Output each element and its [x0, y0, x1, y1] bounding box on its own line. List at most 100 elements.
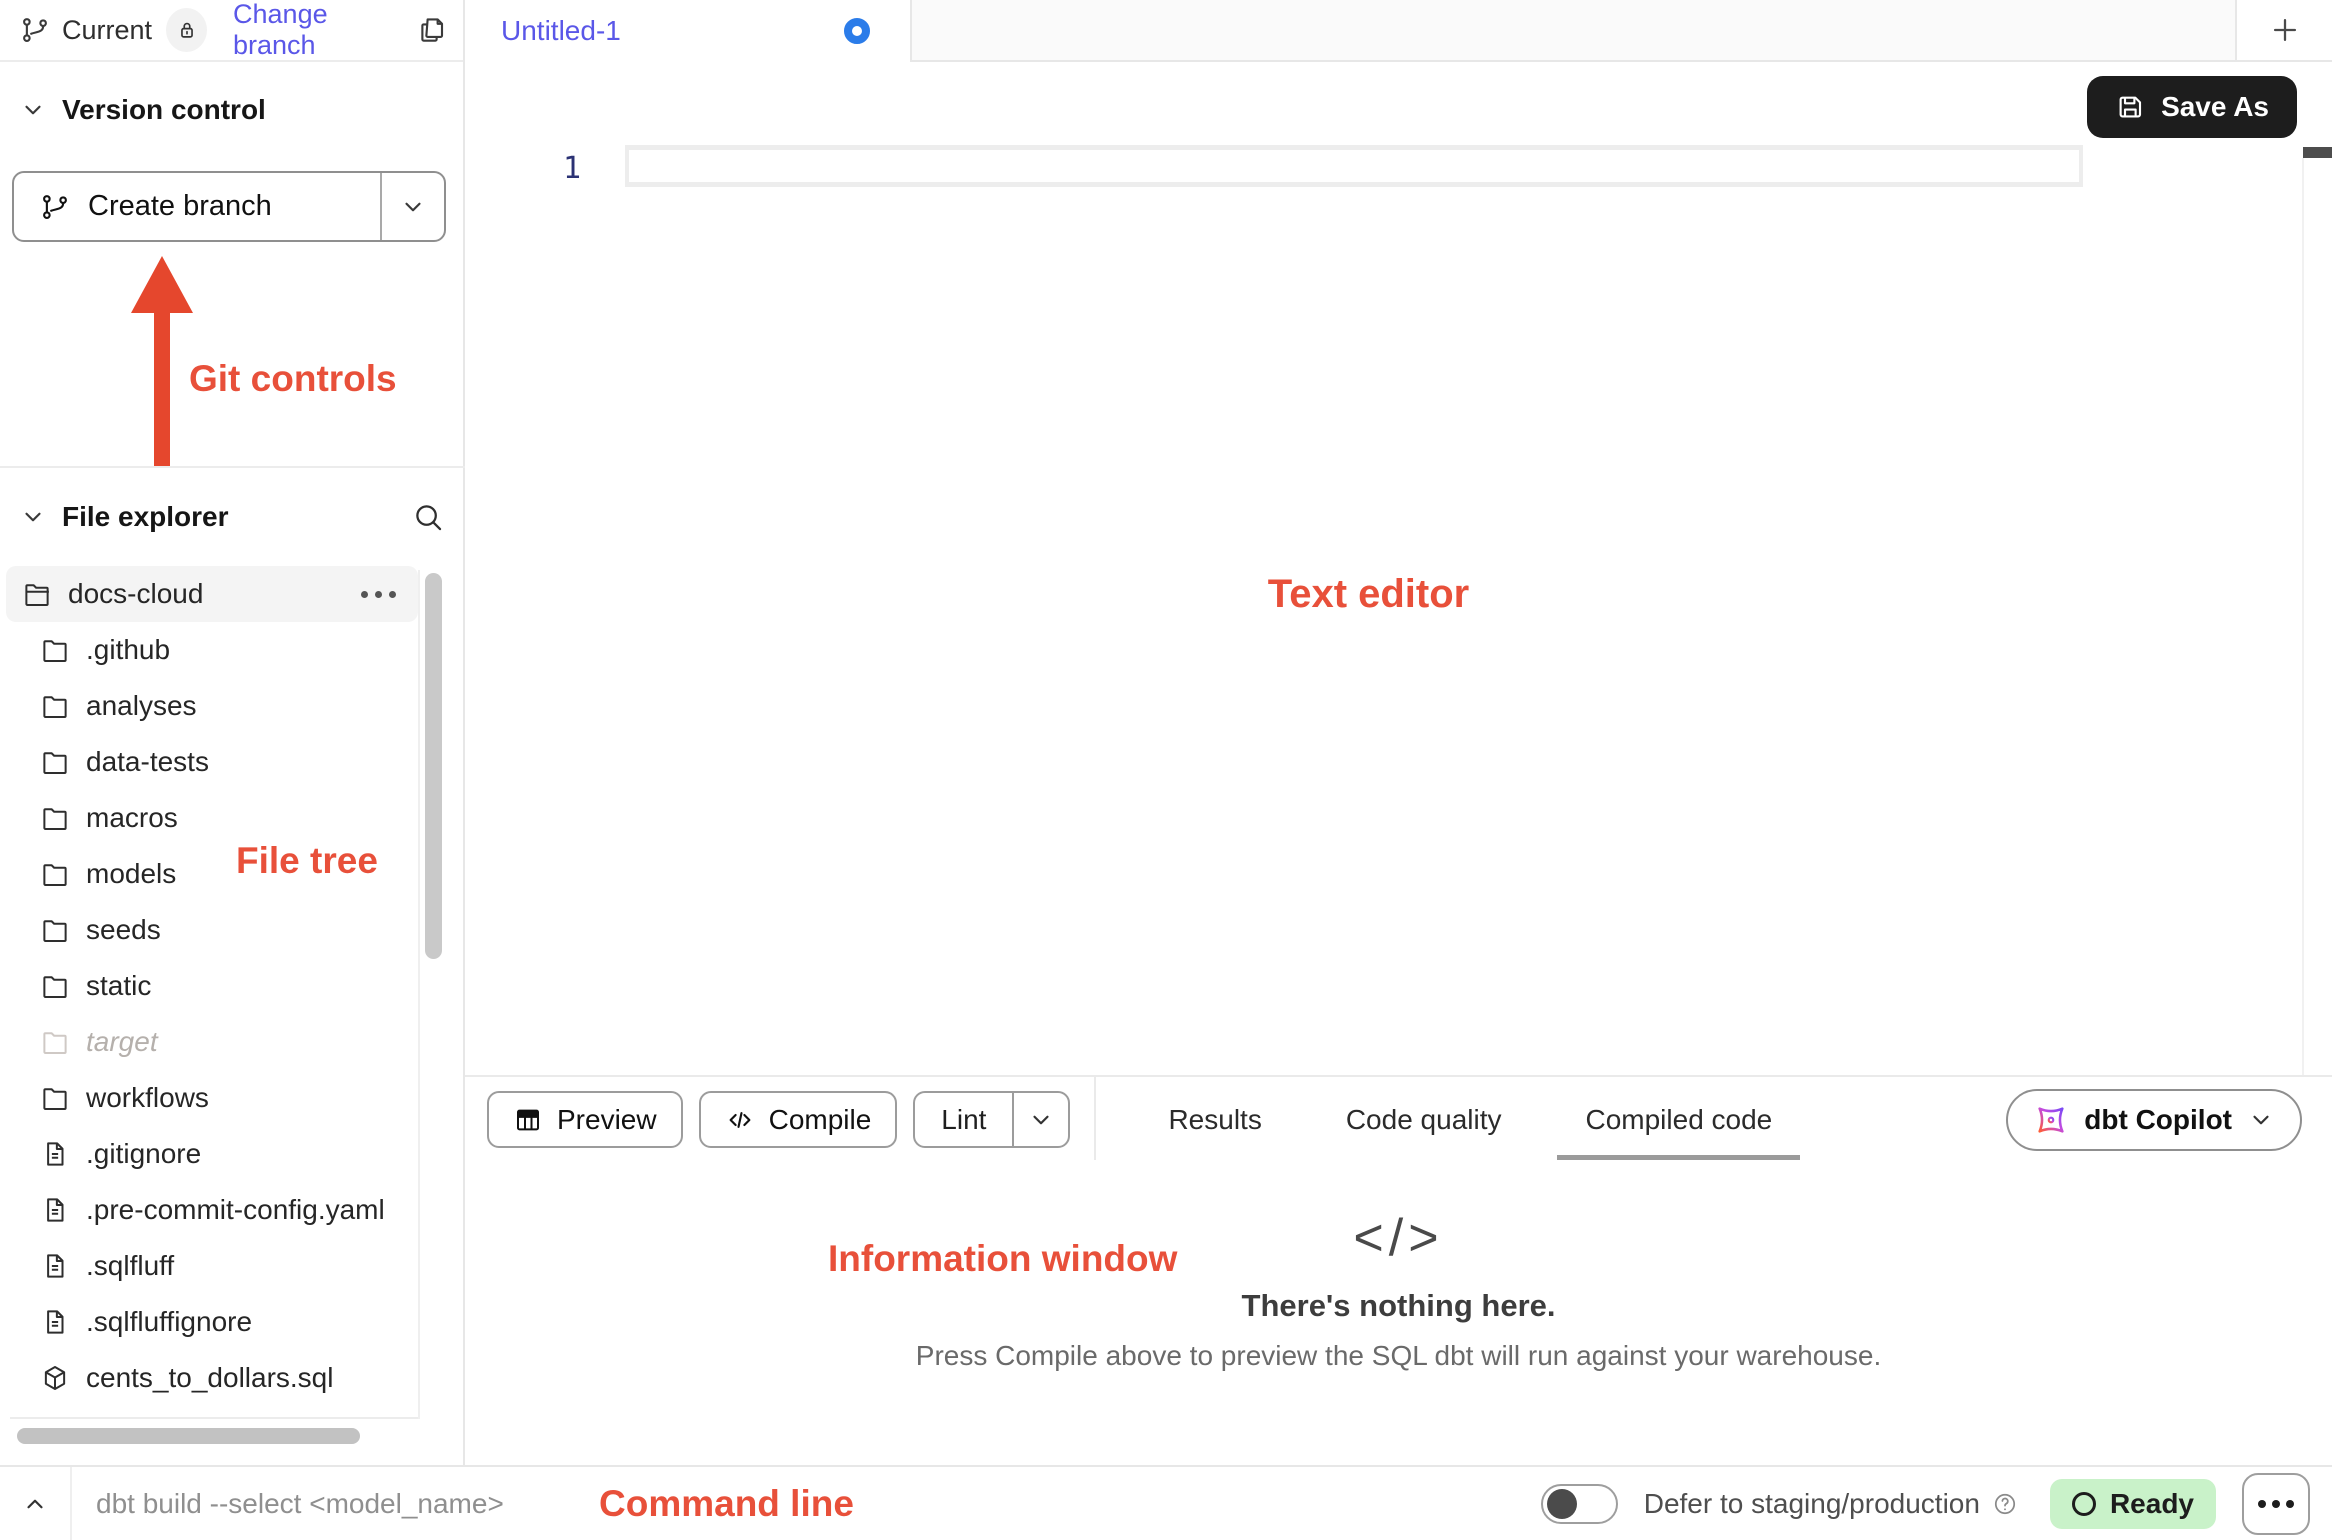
file-icon: [40, 1307, 70, 1337]
tree-item-macros[interactable]: macros: [0, 790, 420, 846]
copy-icon[interactable]: [417, 15, 447, 45]
toggle-knob: [1547, 1489, 1577, 1519]
model-cube-icon: [40, 1363, 70, 1393]
tree-item-label: models: [86, 858, 176, 890]
tab-untitled-1[interactable]: Untitled-1: [465, 0, 912, 62]
preview-button[interactable]: Preview: [487, 1091, 683, 1148]
text-editor[interactable]: 1 Text editor: [465, 148, 2332, 1075]
lint-dropdown[interactable]: [1012, 1093, 1068, 1146]
tab-code-quality[interactable]: Code quality: [1304, 1077, 1544, 1162]
folder-icon: [40, 747, 70, 777]
tree-item-workflows[interactable]: workflows: [0, 1070, 420, 1126]
tree-item-docs-cloud[interactable]: docs-cloud: [6, 566, 418, 622]
defer-toggle[interactable]: [1541, 1484, 1618, 1524]
copilot-icon: [2034, 1103, 2068, 1137]
tree-item-pre-commit-config[interactable]: .pre-commit-config.yaml: [0, 1182, 420, 1238]
save-as-button[interactable]: Save As: [2087, 76, 2297, 138]
save-as-label: Save As: [2161, 91, 2269, 123]
tab-results[interactable]: Results: [1126, 1077, 1303, 1162]
folder-icon: [40, 859, 70, 889]
create-branch-button[interactable]: Create branch: [12, 171, 446, 242]
tree-divider: [10, 1417, 418, 1419]
active-line[interactable]: [629, 150, 2079, 182]
more-options-button[interactable]: [2242, 1473, 2310, 1535]
plus-icon: [2268, 13, 2302, 47]
branch-lock-badge: [166, 8, 207, 52]
file-icon: [40, 1139, 70, 1169]
tree-item-label: workflows: [86, 1082, 209, 1114]
editor-scrollbar-thumb[interactable]: [2303, 147, 2332, 158]
folder-icon: [40, 1027, 70, 1057]
active-line-highlight: [625, 145, 2083, 187]
tree-item-cents-to-dollars[interactable]: cents_to_dollars.sql: [0, 1350, 420, 1406]
dbt-copilot-button[interactable]: dbt Copilot: [2006, 1089, 2302, 1151]
tree-horizontal-scrollbar[interactable]: [17, 1428, 360, 1444]
change-branch-link[interactable]: Change branch: [233, 0, 405, 61]
empty-state-subtitle: Press Compile above to preview the SQL d…: [916, 1340, 1881, 1372]
unsaved-changes-dot: [844, 18, 870, 44]
tree-item-label: cents_to_dollars.sql: [86, 1362, 333, 1394]
folder-icon: [40, 915, 70, 945]
defer-label: Defer to staging/production: [1644, 1488, 1980, 1520]
tree-scroll-track: [418, 570, 420, 1419]
chevron-down-icon: [1028, 1107, 1054, 1133]
git-branch-icon: [20, 15, 50, 45]
more-options-icon[interactable]: [361, 591, 418, 598]
tree-vertical-scrollbar[interactable]: [425, 573, 442, 959]
folder-icon: [40, 1083, 70, 1113]
annotation-file-tree: File tree: [236, 840, 378, 882]
tree-item-analyses[interactable]: analyses: [0, 678, 420, 734]
tree-item-seeds[interactable]: seeds: [0, 902, 420, 958]
tree-item-gitignore[interactable]: .gitignore: [0, 1126, 420, 1182]
tree-item-label: .github: [86, 634, 170, 666]
tab-strip-empty: [912, 0, 2235, 62]
tab-label: Untitled-1: [501, 15, 621, 47]
expand-command-bar-button[interactable]: [0, 1467, 72, 1540]
tree-item-target[interactable]: target: [0, 1014, 420, 1070]
chevron-down-icon: [2248, 1107, 2274, 1133]
search-icon[interactable]: [411, 500, 445, 534]
annotation-information-window: Information window: [828, 1238, 1177, 1280]
tree-item-sqlfluffignore[interactable]: .sqlfluffignore: [0, 1294, 420, 1350]
tab-compiled-code[interactable]: Compiled code: [1543, 1077, 1814, 1162]
git-branch-icon: [40, 192, 70, 222]
tree-item-label: static: [86, 970, 151, 1002]
new-tab-button[interactable]: [2235, 0, 2332, 62]
sidebar: Current Change branch Version control Cr…: [0, 0, 465, 1465]
tree-item-label: .gitignore: [86, 1138, 201, 1170]
folder-icon: [40, 691, 70, 721]
results-tabs: Results Code quality Compiled code: [1126, 1077, 1814, 1162]
folder-icon: [40, 635, 70, 665]
status-ring-icon: [2072, 1492, 2096, 1516]
lint-button-group: Lint: [913, 1091, 1070, 1148]
create-branch-main[interactable]: Create branch: [14, 173, 380, 240]
code-icon: [725, 1105, 755, 1135]
dbt-ide-app: Current Change branch Version control Cr…: [0, 0, 2332, 1540]
annotation-arrow-up: [131, 256, 193, 470]
version-control-header: Version control: [0, 62, 463, 126]
tree-item-github[interactable]: .github: [0, 622, 420, 678]
tree-item-sqlfluff[interactable]: .sqlfluff: [0, 1238, 420, 1294]
help-icon[interactable]: [1992, 1491, 2018, 1517]
chevron-down-icon[interactable]: [20, 97, 46, 123]
status-badge: Ready: [2050, 1479, 2216, 1529]
create-branch-dropdown[interactable]: [380, 173, 444, 240]
command-input[interactable]: dbt build --select <model_name>: [96, 1488, 504, 1520]
line-number: 1: [535, 151, 609, 186]
panel-divider: [1094, 1077, 1096, 1162]
file-tree: docs-cloud .github analyses data-tests m…: [0, 566, 420, 1406]
current-branch-label: Current: [62, 15, 152, 46]
annotation-command-line: Command line: [599, 1483, 854, 1525]
tree-item-label: .sqlfluff: [86, 1250, 174, 1282]
save-icon: [2115, 92, 2145, 122]
lint-button[interactable]: Lint: [915, 1093, 1012, 1146]
results-panel-header: Preview Compile Lint Results Code qualit…: [465, 1075, 2332, 1164]
lint-label: Lint: [941, 1104, 986, 1136]
chevron-down-icon[interactable]: [20, 504, 46, 530]
tree-item-static[interactable]: static: [0, 958, 420, 1014]
tree-item-data-tests[interactable]: data-tests: [0, 734, 420, 790]
compile-button[interactable]: Compile: [699, 1091, 898, 1148]
status-controls: Defer to staging/production Ready: [1541, 1473, 2310, 1535]
tree-item-label: .pre-commit-config.yaml: [86, 1194, 385, 1226]
table-icon: [513, 1105, 543, 1135]
